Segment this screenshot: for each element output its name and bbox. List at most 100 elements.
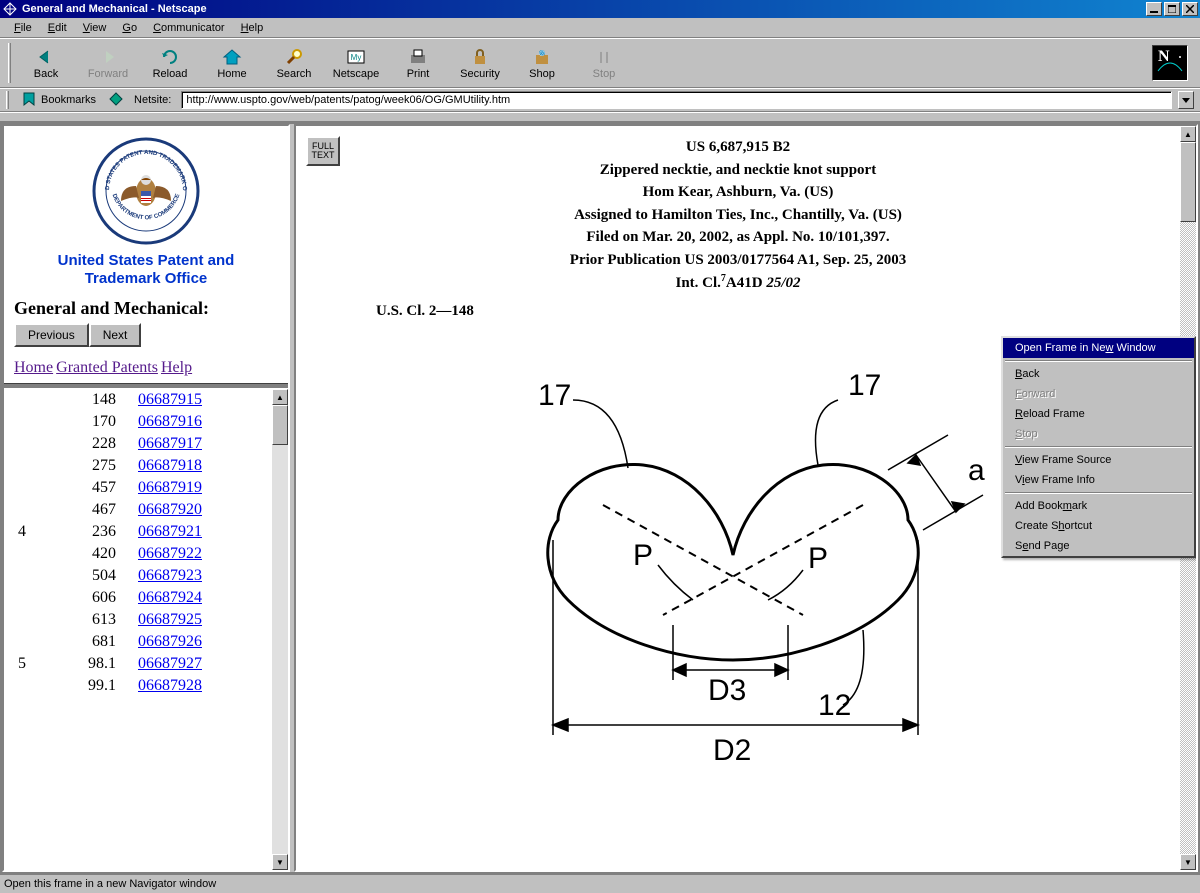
ctx-add-bookmark[interactable]: Add Bookmark: [1003, 496, 1194, 516]
patent-header: US 6,687,915 B2 Zippered necktie, and ne…: [306, 136, 1170, 295]
titlebar: General and Mechanical - Netscape: [0, 0, 1200, 18]
patent-link[interactable]: 06687922: [138, 545, 202, 562]
patent-number: US 6,687,915 B2: [306, 136, 1170, 159]
patent-prior: Prior Publication US 2003/0177564 A1, Se…: [306, 249, 1170, 272]
patent-link[interactable]: 06687921: [138, 523, 202, 540]
ctx-view-source[interactable]: View Frame Source: [1003, 450, 1194, 470]
svg-text:P: P: [808, 542, 828, 575]
home-button[interactable]: Home: [201, 40, 263, 86]
patent-link[interactable]: 06687925: [138, 611, 202, 628]
patent-link[interactable]: 06687919: [138, 479, 202, 496]
table-row: 46706687920: [18, 499, 202, 521]
patent-filed: Filed on Mar. 20, 2002, as Appl. No. 10/…: [306, 226, 1170, 249]
ctx-forward: Forward: [1003, 384, 1194, 404]
minimize-button[interactable]: [1146, 2, 1162, 16]
netscape-throbber[interactable]: N: [1152, 45, 1188, 81]
table-row: 423606687921: [18, 521, 202, 543]
toolbar-handle[interactable]: [8, 43, 11, 83]
table-row: 45706687919: [18, 477, 202, 499]
right-frame: FULLTEXT US 6,687,915 B2 Zippered neckti…: [294, 124, 1198, 872]
reload-button[interactable]: Reload: [139, 40, 201, 86]
menu-file[interactable]: File: [6, 20, 40, 36]
netscape-icon: My: [344, 46, 368, 68]
svg-text:17: 17: [848, 369, 881, 402]
ctx-send-page[interactable]: Send Page: [1003, 536, 1194, 556]
url-input[interactable]: http://www.uspto.gov/web/patents/patog/w…: [181, 91, 1172, 109]
scroll-thumb[interactable]: [272, 405, 288, 445]
patent-link[interactable]: 06687920: [138, 501, 202, 518]
app-icon: [2, 1, 18, 17]
print-button[interactable]: Print: [387, 40, 449, 86]
right-scroll-thumb[interactable]: [1180, 142, 1196, 222]
status-text: Open this frame in a new Navigator windo…: [4, 878, 216, 890]
patent-title: Zippered necktie, and necktie knot suppo…: [306, 159, 1170, 182]
help-link[interactable]: Help: [161, 359, 192, 376]
back-button[interactable]: Back: [15, 40, 77, 86]
home-link[interactable]: Home: [14, 359, 53, 376]
menu-view[interactable]: View: [75, 20, 115, 36]
menu-edit[interactable]: Edit: [40, 20, 75, 36]
statusbar: Open this frame in a new Navigator windo…: [0, 874, 1200, 892]
search-button[interactable]: Search: [263, 40, 325, 86]
patent-link[interactable]: 06687916: [138, 413, 202, 430]
granted-patents-link[interactable]: Granted Patents: [56, 359, 158, 376]
locationbar: Bookmarks Netsite: http://www.uspto.gov/…: [0, 88, 1200, 112]
security-button[interactable]: Security: [449, 40, 511, 86]
window-title: General and Mechanical - Netscape: [22, 3, 1146, 15]
reload-icon: [158, 46, 182, 68]
svg-text:17: 17: [538, 379, 571, 412]
patent-link[interactable]: 06687915: [138, 391, 202, 408]
previous-button[interactable]: Previous: [14, 323, 89, 347]
svg-text:12: 12: [818, 689, 851, 722]
table-row: 61306687925: [18, 609, 202, 631]
forward-button: Forward: [77, 40, 139, 86]
stop-button: Stop: [573, 40, 635, 86]
table-row: 17006687916: [18, 411, 202, 433]
close-button[interactable]: [1182, 2, 1198, 16]
url-dropdown-button[interactable]: [1178, 91, 1194, 109]
maximize-button[interactable]: [1164, 2, 1180, 16]
menu-go[interactable]: Go: [114, 20, 145, 36]
next-button[interactable]: Next: [89, 323, 142, 347]
locationbar-handle[interactable]: [6, 91, 9, 109]
patent-link[interactable]: 06687918: [138, 457, 202, 474]
right-scroll-up-button[interactable]: ▲: [1180, 126, 1196, 142]
menu-communicator[interactable]: Communicator: [145, 20, 233, 36]
ctx-view-info[interactable]: View Frame Info: [1003, 470, 1194, 490]
patent-intcl: Int. Cl.7A41D 25/02: [306, 271, 1170, 295]
svg-text:D2: D2: [713, 734, 751, 767]
netsite-label: Netsite:: [130, 94, 175, 106]
full-text-button[interactable]: FULLTEXT: [306, 136, 340, 166]
table-row: 68106687926: [18, 631, 202, 653]
shop-button[interactable]: @ Shop: [511, 40, 573, 86]
patent-link[interactable]: 06687924: [138, 589, 202, 606]
patent-uscl: U.S. Cl. 2—148: [376, 303, 1170, 320]
section-title: General and Mechanical:: [14, 298, 278, 319]
ctx-open-frame[interactable]: Open Frame in New Window: [1003, 338, 1194, 358]
bookmarks-button[interactable]: Bookmarks: [15, 89, 102, 112]
patent-link[interactable]: 06687926: [138, 633, 202, 650]
patent-link[interactable]: 06687917: [138, 435, 202, 452]
ctx-create-shortcut[interactable]: Create Shortcut: [1003, 516, 1194, 536]
table-row: 598.106687927: [18, 653, 202, 675]
scrollbar[interactable]: ▲ ▼: [272, 389, 288, 870]
svg-text:@: @: [539, 51, 545, 57]
scroll-up-button[interactable]: ▲: [272, 389, 288, 405]
ctx-back[interactable]: Back: [1003, 364, 1194, 384]
svg-text:N: N: [1158, 48, 1170, 65]
netscape-button[interactable]: My Netscape: [325, 40, 387, 86]
table-row: 50406687923: [18, 565, 202, 587]
right-scroll-down-button[interactable]: ▼: [1180, 854, 1196, 870]
patent-link[interactable]: 06687923: [138, 567, 202, 584]
table-row: 42006687922: [18, 543, 202, 565]
ctx-reload-frame[interactable]: Reload Frame: [1003, 404, 1194, 424]
table-row: 14806687915: [18, 389, 202, 411]
table-row: 27506687918: [18, 455, 202, 477]
patent-link[interactable]: 06687927: [138, 655, 202, 672]
patent-link[interactable]: 06687928: [138, 677, 202, 694]
forward-icon: [96, 46, 120, 68]
page-proxy-icon[interactable]: [108, 91, 124, 110]
scroll-down-button[interactable]: ▼: [272, 854, 288, 870]
office-title: United States Patent and Trademark Offic…: [14, 252, 278, 288]
menu-help[interactable]: Help: [233, 20, 272, 36]
